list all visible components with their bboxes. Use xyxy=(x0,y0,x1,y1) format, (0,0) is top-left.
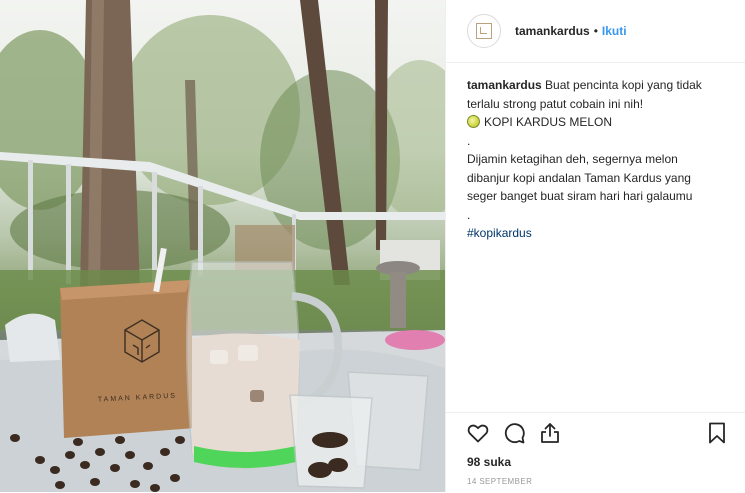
post-photo[interactable]: TAMAN KARDUS xyxy=(0,0,445,492)
caption-line-9: #kopikardus xyxy=(467,224,725,243)
post-side-panel: tamankardus • Ikuti tamankardus Buat pen… xyxy=(445,0,745,492)
header-username[interactable]: tamankardus xyxy=(515,24,590,38)
caption-line-6: dibanjur kopi andalan Taman Kardus yang xyxy=(467,170,691,185)
caption-text-1: Buat pencinta kopi yang tidak xyxy=(541,78,702,92)
caption-text-3: KOPI KARDUS MELON xyxy=(484,115,613,129)
heart-icon[interactable] xyxy=(466,421,490,445)
comment-icon[interactable] xyxy=(502,421,526,445)
photo-illustration: TAMAN KARDUS xyxy=(0,0,445,492)
caption-line-3: KOPI KARDUS MELON xyxy=(467,113,725,132)
caption-line-4: . xyxy=(467,133,471,148)
caption-line-2: terlalu strong patut cobain ini nih! xyxy=(467,96,644,111)
post-caption: tamankardus Buat pencinta kopi yang tida… xyxy=(446,63,745,243)
caption-line-5: Dijamin ketagihan deh, segernya melon xyxy=(467,152,678,166)
share-icon[interactable] xyxy=(538,421,562,445)
brand-logo-icon xyxy=(476,23,492,39)
bookmark-icon[interactable] xyxy=(705,421,729,445)
caption-line-1: tamankardus Buat pencinta kopi yang tida… xyxy=(467,76,725,95)
caption-line-7: seger banget buat siram hari hari galaum… xyxy=(467,189,693,203)
post-actions: 98 suka 14 SEPTEMBER xyxy=(446,412,745,493)
follow-button[interactable]: Ikuti xyxy=(602,24,627,38)
caption-line-8: . xyxy=(467,207,471,222)
separator-dot: • xyxy=(593,24,598,38)
melon-emoji-icon xyxy=(467,115,480,128)
post-date[interactable]: 14 SEPTEMBER xyxy=(467,477,532,486)
hashtag-link[interactable]: #kopikardus xyxy=(467,226,532,240)
avatar[interactable] xyxy=(467,14,501,48)
action-icons xyxy=(466,421,729,447)
like-count[interactable]: 98 suka xyxy=(467,455,511,469)
post-header: tamankardus • Ikuti xyxy=(446,0,745,63)
caption-username[interactable]: tamankardus xyxy=(467,78,542,92)
